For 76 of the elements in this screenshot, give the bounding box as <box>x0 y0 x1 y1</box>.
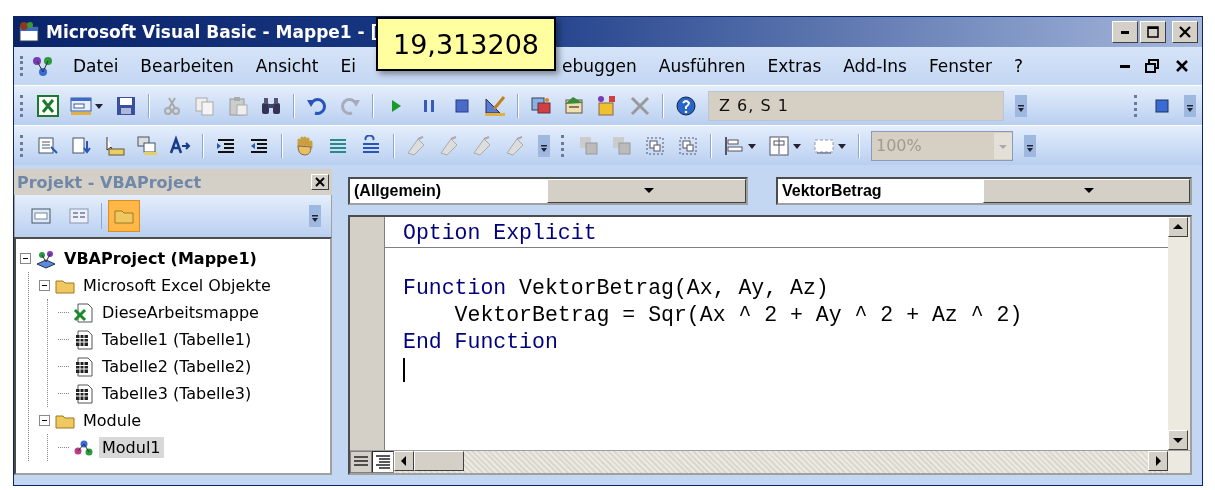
minimize-button[interactable] <box>1112 21 1138 43</box>
vertical-scrollbar[interactable] <box>1168 217 1190 450</box>
parameter-info-icon[interactable] <box>136 134 158 157</box>
menu-item[interactable]: Add-Ins <box>832 52 918 80</box>
cursor-position-field: Z 6, S 1 <box>708 90 1004 121</box>
toggle-folders-button[interactable] <box>108 200 140 232</box>
menu-item[interactable]: Ei <box>329 52 367 80</box>
code-line: End Function <box>402 329 559 356</box>
menu-item[interactable]: ? <box>1003 52 1035 80</box>
procedure-dropdown[interactable]: VektorBetrag <box>776 177 1192 205</box>
tree-item[interactable]: Tabelle3 (Tabelle3) <box>99 383 255 404</box>
scroll-thumb[interactable] <box>414 451 464 471</box>
tree-item[interactable]: Tabelle2 (Tabelle2) <box>99 356 255 377</box>
quick-info-icon[interactable] <box>103 134 125 157</box>
minimize-icon[interactable] <box>1120 64 1130 68</box>
ruler-pencil-icon[interactable] <box>484 94 506 117</box>
collapse-icon[interactable] <box>20 253 31 264</box>
value-tooltip: 19,313208 <box>376 17 556 71</box>
maximize-button[interactable] <box>1140 21 1166 43</box>
panel-title: Projekt - VBAProject <box>17 172 202 192</box>
window-icon[interactable] <box>70 94 92 117</box>
tree-item[interactable]: Tabelle1 (Tabelle1) <box>99 329 255 350</box>
overflow-chevron-icon[interactable] <box>1024 134 1036 157</box>
worksheet-icon <box>73 355 95 378</box>
workbook-icon <box>73 301 95 324</box>
code-view-icon <box>30 205 52 227</box>
tree-item[interactable]: DieseArbeitsmappe <box>99 302 262 323</box>
vba-app-icon <box>18 21 40 43</box>
module-view-icon <box>374 453 392 471</box>
ungroup-icon[interactable] <box>677 134 699 157</box>
close-button[interactable] <box>1172 21 1198 43</box>
overflow-chevron-icon[interactable] <box>309 205 321 227</box>
properties-icon[interactable] <box>563 94 585 117</box>
excel-icon[interactable] <box>37 94 59 117</box>
procedure-view-button[interactable] <box>350 451 372 473</box>
hand-icon[interactable] <box>294 134 316 157</box>
object-dropdown[interactable]: (Allgemein) <box>348 177 748 205</box>
tree-item[interactable]: Modul1 <box>99 437 164 458</box>
overflow-chevron-icon[interactable] <box>1015 94 1027 117</box>
tree-item[interactable]: Microsoft Excel Objekte <box>80 275 274 296</box>
shapes-icon[interactable] <box>596 94 618 117</box>
text-cursor <box>403 358 405 382</box>
align-icon[interactable] <box>723 134 745 157</box>
center-icon[interactable] <box>768 134 790 157</box>
menu-item[interactable]: Bearbeiten <box>129 52 245 80</box>
menu-item[interactable]: Ansicht <box>244 52 330 80</box>
menu-item[interactable]: Extras <box>756 52 833 80</box>
menu-item[interactable]: Ausführen <box>647 52 757 80</box>
code-line: Option Explicit <box>385 220 1168 248</box>
restore-icon[interactable] <box>1144 58 1160 74</box>
horizontal-scrollbar[interactable] <box>394 451 1168 473</box>
close-icon <box>314 176 326 188</box>
close-icon[interactable] <box>1174 58 1190 74</box>
overflow-chevron-icon[interactable] <box>538 134 550 157</box>
property-list-icon[interactable] <box>37 134 59 157</box>
overflow-chevron-icon[interactable] <box>1184 94 1196 117</box>
constant-list-icon[interactable] <box>70 134 92 157</box>
code-line: VektorBetrag = Sqr(Ax ^ 2 + Ay ^ 2 + Az ^ 2) <box>453 302 1024 329</box>
code-line: Function VektorBetrag(Ax, Ay, Az) <box>402 275 830 302</box>
module-view-button[interactable] <box>372 451 394 473</box>
close-icon <box>1178 25 1192 39</box>
menu-item[interactable]: Fenster <box>917 52 1003 80</box>
maximize-icon <box>1146 25 1160 39</box>
group-icon[interactable] <box>644 134 666 157</box>
worksheet-icon <box>73 382 95 405</box>
worksheet-icon <box>73 328 95 351</box>
tree-item[interactable]: VBAProject (Mappe1) <box>61 248 260 269</box>
collapse-icon[interactable] <box>39 280 50 291</box>
save-icon[interactable] <box>115 94 137 117</box>
help-icon[interactable] <box>675 94 697 117</box>
menu-item[interactable]: Datei <box>62 52 130 80</box>
close-button[interactable] <box>311 174 329 190</box>
collapse-icon[interactable] <box>39 415 50 426</box>
minimize-icon <box>1121 30 1129 34</box>
object-view-icon <box>68 205 90 227</box>
tree-item[interactable]: Module <box>80 410 145 431</box>
